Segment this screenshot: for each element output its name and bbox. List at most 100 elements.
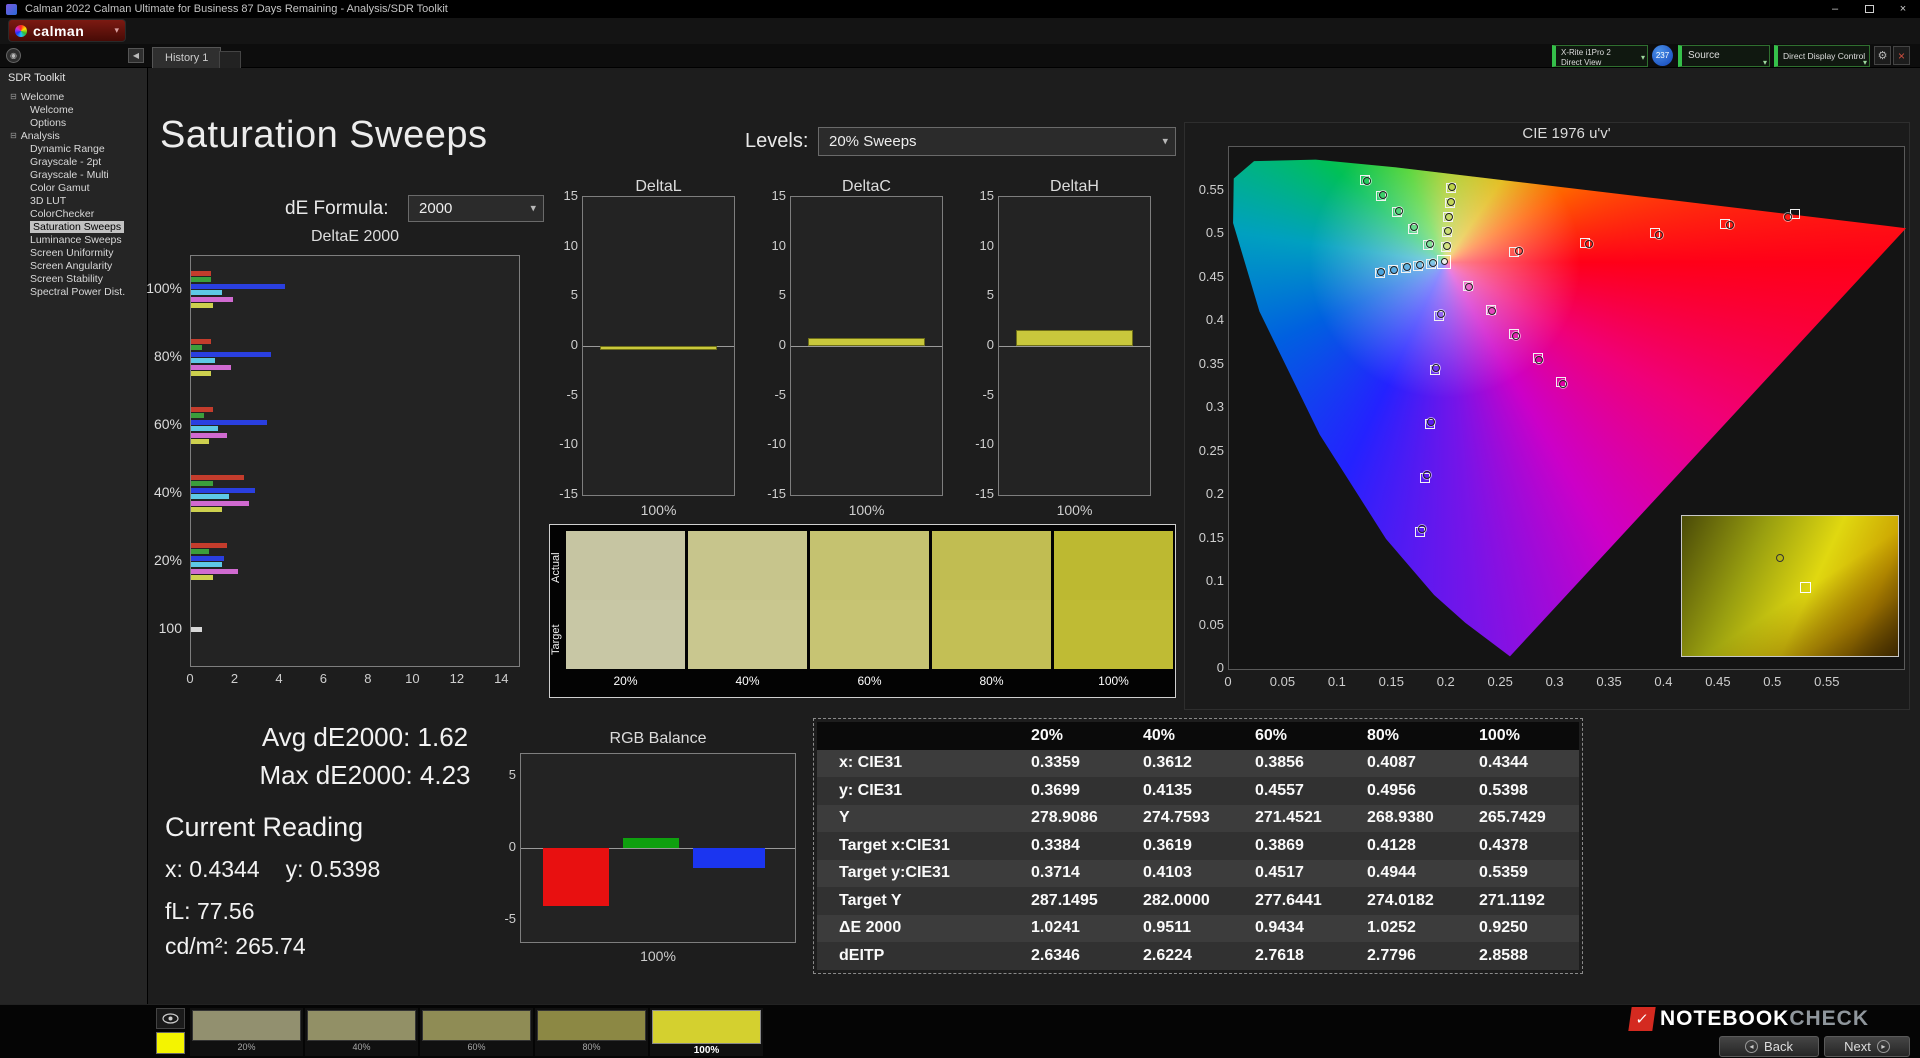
- sidebar-collapse-button[interactable]: ◀: [128, 48, 144, 63]
- sidebar-item-dynamic-range[interactable]: Dynamic Range: [0, 142, 148, 155]
- levels-dropdown[interactable]: 20% Sweeps ▾: [818, 127, 1176, 156]
- tab-history-1[interactable]: History 1: [152, 47, 222, 68]
- cie-measured-point: [1417, 524, 1426, 533]
- calman-logo-text: calman: [33, 22, 85, 39]
- minimize-icon: –: [1831, 3, 1839, 15]
- deltae-xaxis-labels: 0 2 4 6 8 10 12 14: [186, 671, 509, 686]
- swatch-label: 100%: [1098, 674, 1129, 688]
- chevron-down-icon: ▾: [530, 202, 536, 214]
- sidebar-item-luminance-sweeps[interactable]: Luminance Sweeps: [0, 233, 148, 246]
- chevron-down-icon: ▾: [1162, 135, 1168, 147]
- toolbar-main: calman ▾: [0, 18, 1920, 44]
- settings-button[interactable]: ⚙: [1874, 46, 1891, 65]
- swatch-comparison-panel: Actual Target 20% 40% 60% 80% 100%: [549, 524, 1176, 698]
- sidebar-item-welcome[interactable]: Welcome: [0, 103, 148, 116]
- sidebar-target-button[interactable]: ◉: [6, 48, 21, 63]
- table-cell: 274.7593: [1143, 809, 1210, 827]
- calman-menu-button[interactable]: calman ▾: [8, 19, 126, 42]
- tab-stub[interactable]: [219, 51, 241, 68]
- swatch-actual: [688, 531, 807, 600]
- display-control-dropdown[interactable]: Direct Display Control ▾: [1774, 45, 1870, 67]
- sidebar-item-welcome[interactable]: ⊟ Welcome: [0, 90, 148, 103]
- swatch-label: 80%: [979, 674, 1004, 688]
- swatch-80: 80%: [932, 531, 1051, 691]
- source-dropdown[interactable]: Source ▾: [1678, 45, 1770, 67]
- deltal-plot: [582, 196, 735, 496]
- sidebar-item-color-gamut[interactable]: Color Gamut: [0, 181, 148, 194]
- luminance-badge[interactable]: 237: [1652, 45, 1673, 66]
- collapse-left-icon: ◀: [132, 51, 140, 60]
- table-cell: 0.3384: [1031, 836, 1080, 854]
- table-cell: 0.9511: [1143, 919, 1192, 937]
- de-formula-dropdown[interactable]: 2000 ▾: [408, 195, 544, 222]
- swatch-100: 100%: [1054, 531, 1173, 691]
- sidebar-item-3d-lut[interactable]: 3D LUT: [0, 194, 148, 207]
- sidebar-item-screen-angularity[interactable]: Screen Angularity: [0, 259, 148, 272]
- app-icon: [6, 3, 17, 15]
- deltae-chart-title: DeltaE 2000: [310, 228, 400, 245]
- table-cell: 0.3869: [1255, 836, 1304, 854]
- sidebar-item-colorchecker[interactable]: ColorChecker: [0, 207, 148, 220]
- cie-measured-point: [1446, 197, 1455, 206]
- sidebar-item-grayscale-multi[interactable]: Grayscale - Multi: [0, 168, 148, 181]
- table-cell: 282.0000: [1143, 891, 1210, 909]
- table-cell: 274.0182: [1367, 891, 1434, 909]
- table-row-target-y: Target Y 287.1495 282.0000 277.6441 274.0182…: [817, 887, 1579, 915]
- deltae-bar: [191, 439, 209, 444]
- sidebar-item-screen-stability[interactable]: Screen Stability: [0, 272, 148, 285]
- cie-measured-point: [1514, 246, 1523, 255]
- actual-label: Actual: [550, 552, 562, 584]
- table-cell: 0.3856: [1255, 754, 1304, 772]
- meter-line2: Direct View: [1561, 58, 1602, 67]
- bottom-swatch-20[interactable]: 20%: [190, 1008, 303, 1056]
- table-cell: 2.7618: [1255, 946, 1304, 964]
- table-row-label: dEITP: [839, 946, 885, 964]
- bottombar: 20% 40% 60% 80% 100% ✓ NOTEBOOK CHECK ◂ Back …: [0, 1004, 1920, 1058]
- sidebar-item-screen-uniformity[interactable]: Screen Uniformity: [0, 246, 148, 259]
- sidebar-item-saturation-sweeps[interactable]: Saturation Sweeps: [0, 220, 148, 233]
- table-cell: 0.3714: [1031, 864, 1080, 882]
- table-row-label: x: CIE31: [839, 754, 903, 772]
- minimize-button[interactable]: –: [1818, 0, 1852, 18]
- bottom-swatch-100[interactable]: 100%: [650, 1008, 763, 1056]
- rgb-bar-green: [623, 837, 679, 848]
- sidebar-item-grayscale-2pt[interactable]: Grayscale - 2pt: [0, 155, 148, 168]
- deltae-bar: [191, 419, 267, 425]
- bottom-swatch-40[interactable]: 40%: [305, 1008, 418, 1056]
- panel-close-button[interactable]: ×: [1893, 46, 1910, 65]
- deltae-bar: [191, 345, 203, 350]
- rgb-xaxis-label: 100%: [640, 948, 676, 964]
- meter-dropdown[interactable]: X-Rite i1Pro 2 Direct View ▾: [1552, 45, 1648, 67]
- window-controls: – ×: [1818, 0, 1920, 18]
- deltah-bar: [1016, 330, 1133, 346]
- deltae-category-labels: 100% 80% 60% 40% 20% 100: [146, 280, 182, 636]
- table-cell: 0.4944: [1367, 864, 1416, 882]
- current-patch-swatch[interactable]: [156, 1032, 185, 1054]
- next-arrow-icon: ▸: [1876, 1040, 1890, 1053]
- deltae-bar: [191, 494, 229, 499]
- sidebar-item-options[interactable]: Options: [0, 116, 148, 129]
- deltae-bar: [191, 364, 232, 370]
- tree-expand-icon[interactable]: ⊟: [10, 131, 17, 140]
- sidebar-item-spectral-power-dist[interactable]: Spectral Power Dist.: [0, 285, 148, 298]
- cie-measured-point: [1442, 242, 1451, 251]
- bottom-swatch-60[interactable]: 60%: [420, 1008, 533, 1056]
- swatch-label: 40%: [735, 674, 760, 688]
- next-label: Next: [1844, 1039, 1871, 1054]
- table-cell: 0.9434: [1255, 919, 1304, 937]
- maximize-button[interactable]: [1852, 0, 1886, 18]
- patch-visibility-button[interactable]: [156, 1008, 185, 1029]
- next-button[interactable]: Next ▸: [1824, 1036, 1910, 1057]
- deltae-bar: [191, 487, 256, 493]
- table-row-label: ΔE 2000: [839, 919, 902, 937]
- bottom-swatch-80[interactable]: 80%: [535, 1008, 648, 1056]
- tree-expand-icon[interactable]: ⊟: [10, 92, 17, 101]
- table-cell: 1.0241: [1031, 919, 1080, 937]
- sidebar-item-analysis[interactable]: ⊟ Analysis: [0, 129, 148, 142]
- table-cell: 0.4087: [1367, 754, 1416, 772]
- cie-measured-point: [1535, 355, 1544, 364]
- deltac-yaxis-labels: 15 10 5 0 -5 -10 -15: [767, 188, 786, 501]
- close-button[interactable]: ×: [1886, 0, 1920, 18]
- back-button[interactable]: ◂ Back: [1719, 1036, 1819, 1057]
- table-row-deitp: dEITP 2.6346 2.6224 2.7618 2.7796 2.8588: [817, 942, 1579, 970]
